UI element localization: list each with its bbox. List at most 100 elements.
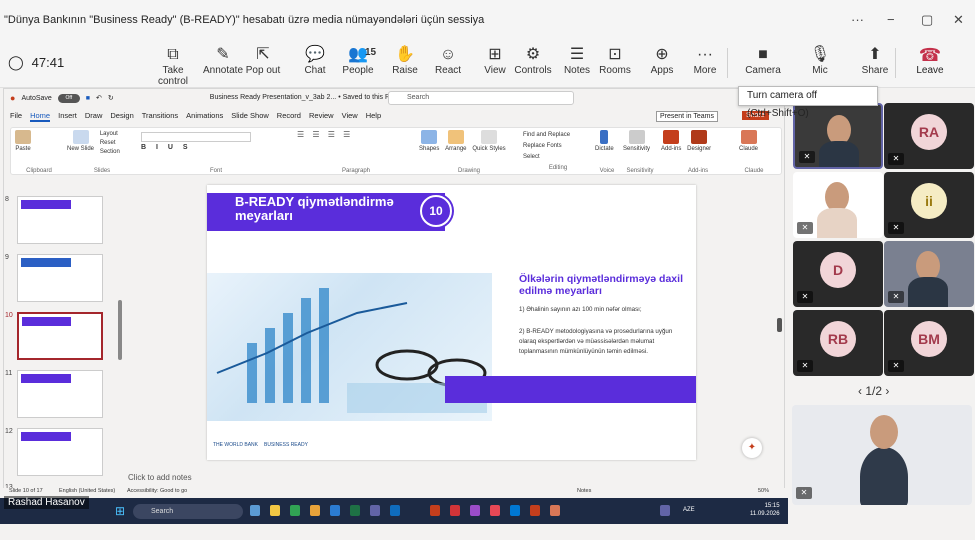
participant-pager[interactable]: ‹ 1/2 › <box>858 384 889 398</box>
menu-tab-transitions[interactable]: Transitions <box>142 111 178 122</box>
menu-tab-view[interactable]: View <box>342 111 358 122</box>
sensitivity-button[interactable]: Sensitivity <box>623 130 650 152</box>
app-icon[interactable] <box>450 505 460 516</box>
powerpoint-icon[interactable] <box>430 505 440 516</box>
more-label: More <box>693 65 717 76</box>
participant-tile[interactable]: D ✕ <box>793 241 883 307</box>
participant-tile[interactable]: RA ✕ <box>884 103 974 169</box>
camera-button[interactable]: ■ Camera <box>738 45 788 76</box>
thumbs-scrollbar[interactable] <box>118 300 122 360</box>
status-language[interactable]: English (United States) <box>59 488 115 494</box>
explorer-icon[interactable] <box>270 505 280 516</box>
people-button[interactable]: 👥 15 People <box>333 45 383 76</box>
react-button[interactable]: ☺ React <box>423 45 473 76</box>
thumb-number: 9 <box>5 254 9 261</box>
notes-toggle-button[interactable]: Notes <box>577 488 591 494</box>
minimize-icon[interactable]: − <box>887 12 895 27</box>
paragraph-buttons[interactable]: ☰ ☰ ☰ ☰ <box>297 130 415 139</box>
slide-thumbnail[interactable] <box>17 370 103 418</box>
mic-off-icon: ✕ <box>888 153 904 165</box>
group-label-addins: Add-ins <box>687 168 709 174</box>
more-button[interactable]: ··· More <box>680 45 730 76</box>
ppt-search-input[interactable]: Search <box>388 91 574 105</box>
claude-button[interactable]: Claude <box>739 130 758 152</box>
popout-button[interactable]: ⇱ Pop out <box>238 45 288 76</box>
outlook-icon[interactable] <box>390 505 400 516</box>
ribbon-group-editing: Find and Replace Replace Fonts Select Ed… <box>523 130 593 174</box>
take-control-button[interactable]: ⧉ Take control <box>148 45 198 87</box>
participant-tile[interactable]: ✕ <box>793 172 883 238</box>
leave-button[interactable]: ☎ Leave <box>910 45 950 76</box>
maximize-icon[interactable]: ▢ <box>921 12 933 28</box>
shapes-button[interactable]: Shapes <box>419 130 439 152</box>
close-icon[interactable]: ✕ <box>953 12 964 28</box>
participant-tile[interactable]: RB ✕ <box>793 310 883 376</box>
menu-tab-slide-show[interactable]: Slide Show <box>231 111 269 122</box>
quick-styles-button[interactable]: Quick Styles <box>472 130 506 152</box>
teams-icon[interactable] <box>370 505 380 516</box>
windows-start-icon[interactable]: ⊞ <box>115 504 125 518</box>
participant-avatar: BM <box>911 321 947 357</box>
menu-tab-review[interactable]: Review <box>309 111 334 122</box>
designer-button[interactable]: Designer <box>687 130 711 152</box>
app-icon[interactable] <box>510 505 520 516</box>
app-icon[interactable] <box>470 505 480 516</box>
slide-thumbnail[interactable] <box>17 428 103 476</box>
edge-icon[interactable] <box>290 505 300 516</box>
zoom-level[interactable]: 50% <box>758 488 769 494</box>
menu-tab-animations[interactable]: Animations <box>186 111 223 122</box>
claude-taskbar-icon[interactable] <box>550 505 560 516</box>
app-icon[interactable] <box>530 505 540 516</box>
slide-thumbnail[interactable] <box>17 196 103 244</box>
copilot-icon[interactable]: ✦ <box>742 438 762 458</box>
select-button[interactable]: Select <box>523 152 593 163</box>
dictate-button[interactable]: Dictate <box>595 130 614 152</box>
camera-label: Camera <box>745 65 781 76</box>
font-format-buttons[interactable]: B I U S <box>141 144 291 151</box>
slide-thumbnail[interactable] <box>17 254 103 302</box>
chrome-icon[interactable] <box>310 505 320 516</box>
addins-button[interactable]: Add-ins <box>661 130 681 152</box>
chevron-right-icon[interactable]: › <box>885 384 889 398</box>
word-icon[interactable] <box>330 505 340 516</box>
notes-label: Notes <box>563 65 591 76</box>
input-language[interactable]: AZE <box>683 507 695 513</box>
font-name-dropdown[interactable] <box>141 132 251 142</box>
more-options-icon[interactable]: ··· <box>851 12 864 27</box>
current-slide[interactable]: B-READY qiymətləndirmə meyarları 10 Ölkə… <box>207 185 696 460</box>
chevron-left-icon[interactable]: ‹ <box>858 384 862 398</box>
mic-button[interactable]: 🎙 Mic <box>795 45 845 76</box>
arrange-button[interactable]: Arrange <box>445 130 467 152</box>
taskbar-clock[interactable]: 15:15 11.09.2026 <box>750 502 780 518</box>
active-speaker-video[interactable]: ✕ <box>792 405 972 505</box>
camera-tooltip: Turn camera off (Ctrl+Shift+O) <box>738 86 878 119</box>
taskview-icon[interactable] <box>250 505 260 516</box>
rooms-button[interactable]: ⊡ Rooms <box>590 45 640 76</box>
react-icon: ☺ <box>439 46 457 63</box>
excel-icon[interactable] <box>350 505 360 516</box>
participant-tile[interactable]: ii ✕ <box>884 172 974 238</box>
take-control-icon: ⧉ <box>167 46 179 63</box>
mic-tray-icon[interactable] <box>660 505 670 516</box>
find-replace-button[interactable]: Find and Replace <box>523 130 593 141</box>
ppt-filename[interactable]: Business Ready Presentation_v_3ab 2... •… <box>210 94 402 102</box>
controls-button[interactable]: ⚙ Controls <box>508 45 558 76</box>
vertical-scrollbar[interactable] <box>777 318 782 332</box>
share-label: Share <box>861 65 889 76</box>
claude-label: Claude <box>739 146 759 152</box>
raise-label: Raise <box>392 65 418 76</box>
present-in-teams-button[interactable]: Present in Teams <box>656 111 718 122</box>
app-icon[interactable] <box>490 505 500 516</box>
dictate-label: Dictate <box>595 146 614 152</box>
apps-label: Apps <box>650 65 674 76</box>
menu-tab-record[interactable]: Record <box>277 111 301 122</box>
replace-fonts-button[interactable]: Replace Fonts <box>523 141 593 152</box>
status-accessibility[interactable]: Accessibility: Good to go <box>127 488 187 494</box>
menu-tab-help[interactable]: Help <box>366 111 381 122</box>
taskbar-search[interactable]: Search <box>133 504 243 519</box>
share-button[interactable]: ⬆ Share <box>850 45 900 76</box>
notes-placeholder[interactable]: Click to add notes <box>128 473 192 482</box>
participant-tile[interactable]: BM ✕ <box>884 310 974 376</box>
slide-thumbnail-selected[interactable] <box>17 312 103 360</box>
participant-tile[interactable]: ✕ <box>884 241 974 307</box>
